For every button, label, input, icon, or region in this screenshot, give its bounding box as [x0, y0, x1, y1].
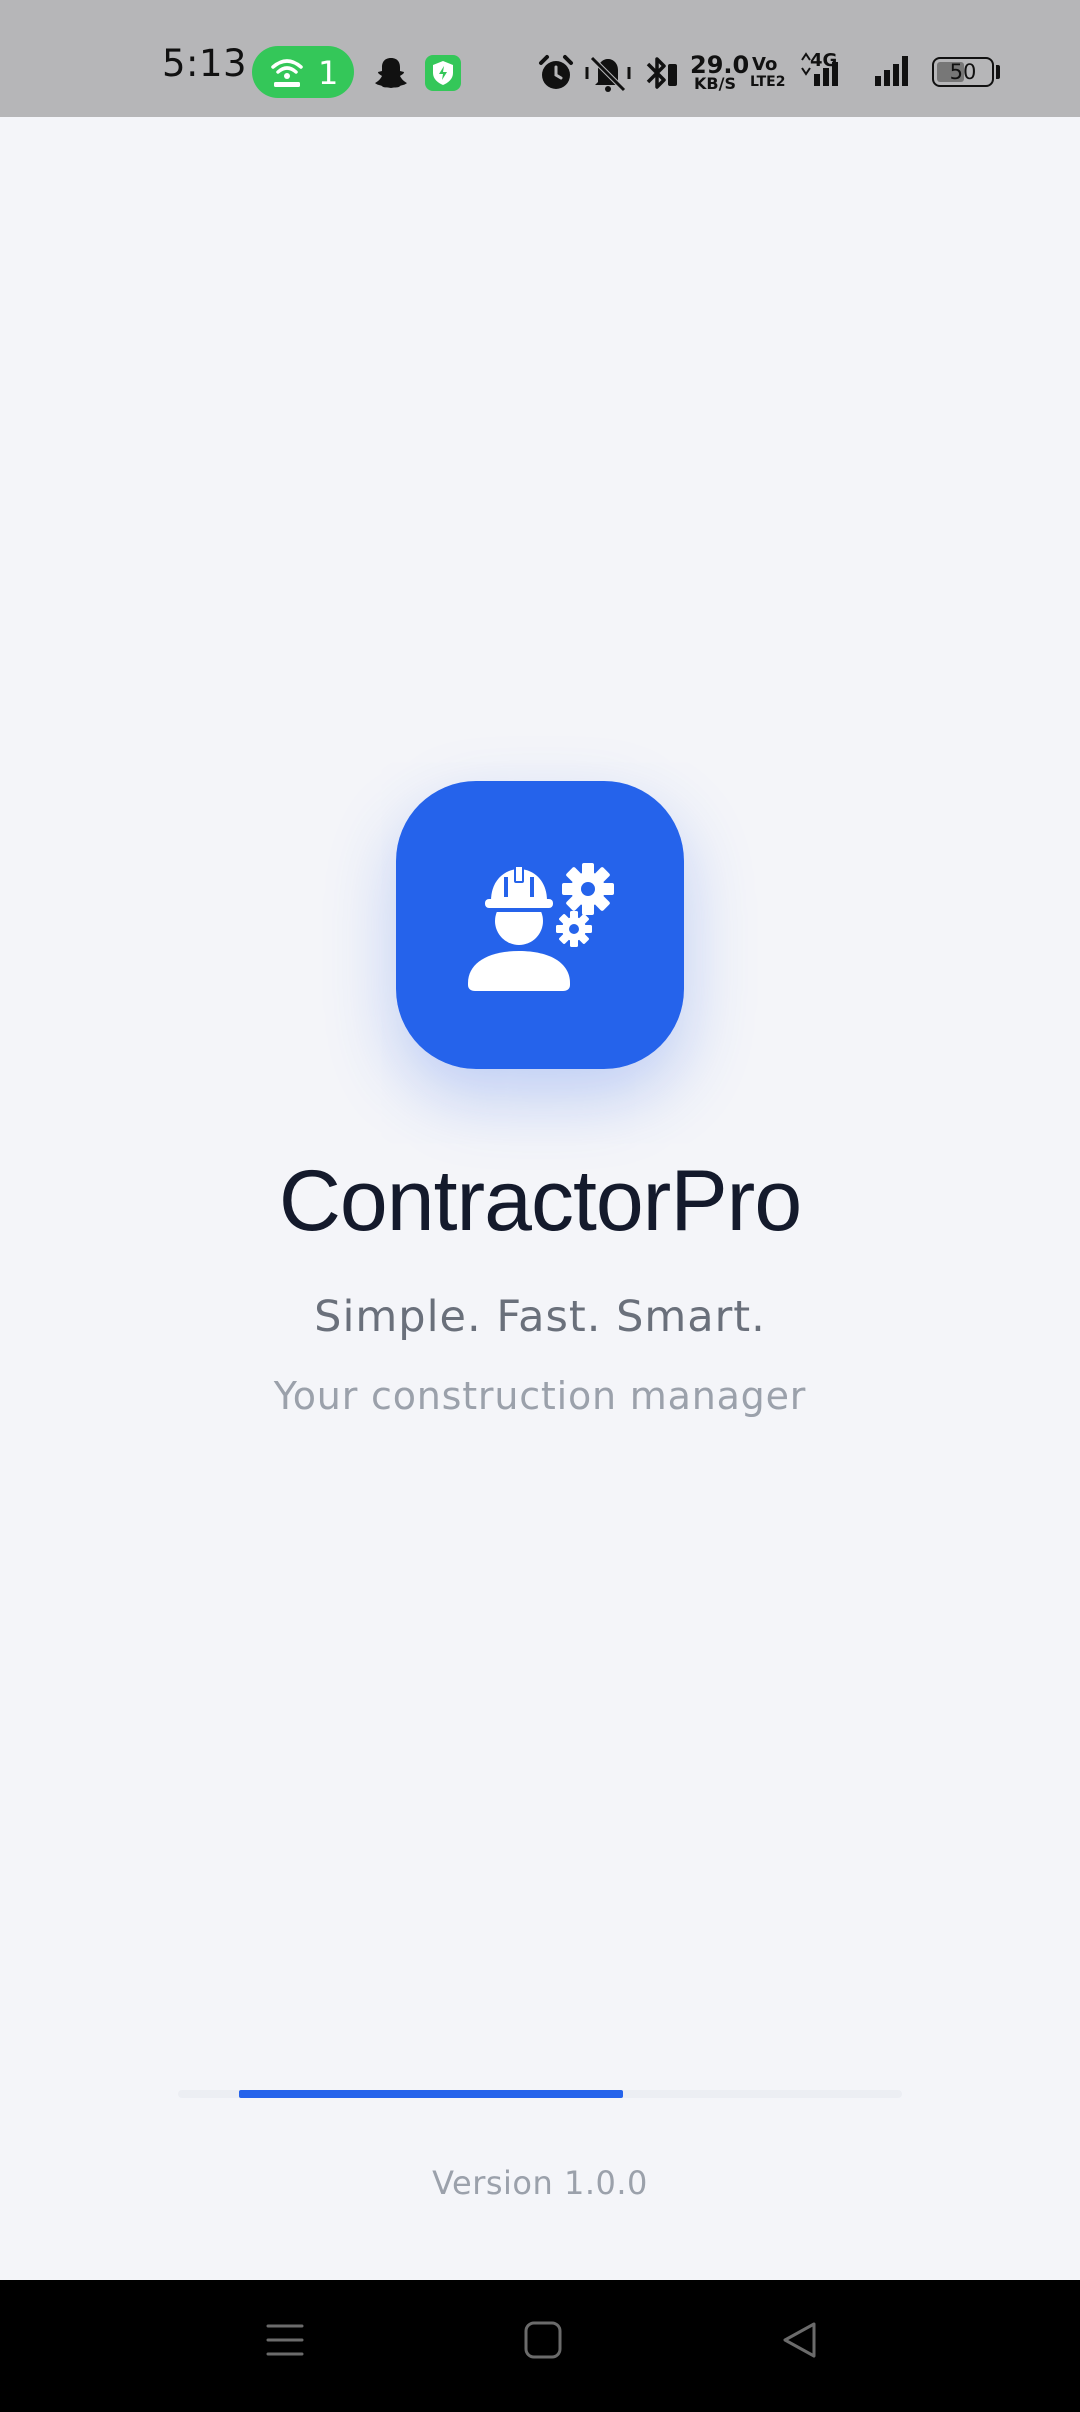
- splash-screen: 5:13 1 29.0 KB/S Vo LTE2 4G 50 Contracto…: [0, 0, 1080, 2412]
- bluetooth-icon: [644, 52, 680, 99]
- system-navigation-bar: [0, 2280, 1080, 2412]
- app-tagline: Simple. Fast. Smart.: [314, 1292, 766, 1342]
- menu-icon[interactable]: [265, 2320, 305, 2365]
- loading-progress-fill: [239, 2090, 623, 2098]
- hotspot-count: 1: [318, 54, 339, 92]
- hotspot-icon: [269, 55, 305, 89]
- signal-icon: [800, 52, 920, 93]
- home-icon[interactable]: [523, 2320, 563, 2365]
- loading-progress-bar: [178, 2090, 902, 2098]
- alarm-icon: [536, 53, 576, 98]
- back-icon[interactable]: [780, 2320, 820, 2365]
- app-title: ContractorPro: [278, 1153, 802, 1249]
- battery-icon: 50: [932, 57, 994, 87]
- volte-lte-label: LTE2: [750, 74, 786, 90]
- vibrate-off-icon: [584, 52, 632, 99]
- network-speed-unit: KB/S: [694, 74, 736, 93]
- version-label: Version 1.0.0: [432, 2164, 648, 2202]
- security-shield-icon: [424, 54, 462, 97]
- status-time: 5:13: [162, 42, 248, 85]
- volte-label: Vo: [752, 54, 778, 75]
- status-bar: 5:13 1 29.0 KB/S Vo LTE2 4G 50: [0, 0, 1080, 117]
- app-subtagline: Your construction manager: [273, 1374, 807, 1418]
- engineer-gears-icon: [468, 863, 614, 991]
- app-logo: [396, 781, 684, 1069]
- hotspot-pill[interactable]: 1: [252, 46, 354, 98]
- battery-level: 50: [949, 60, 977, 84]
- snapchat-icon: [373, 55, 409, 96]
